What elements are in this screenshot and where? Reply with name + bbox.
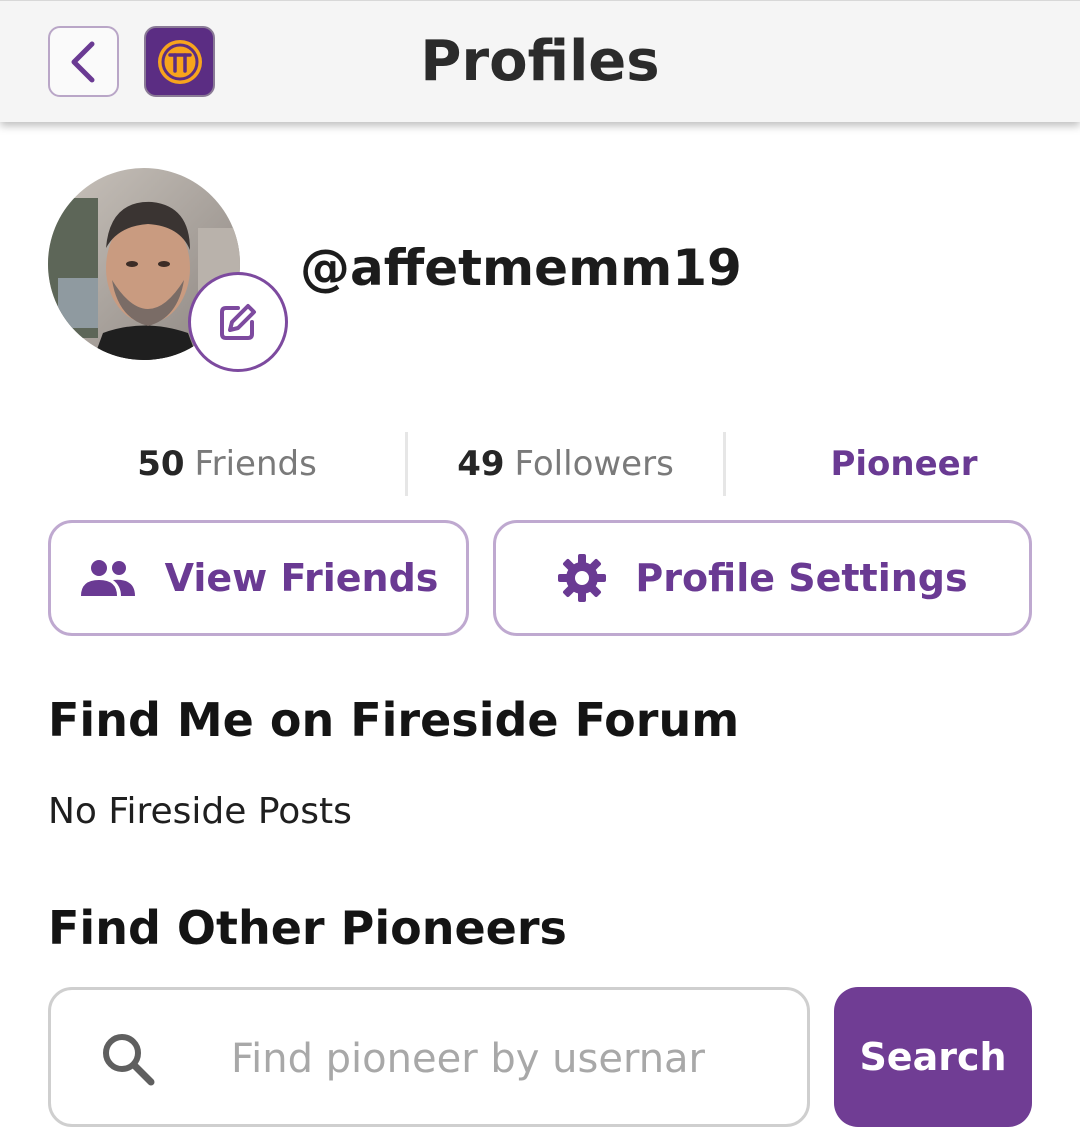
search-field[interactable] — [48, 987, 810, 1127]
find-pioneers-title: Find Other Pioneers — [48, 901, 567, 955]
followers-count: 49 — [457, 444, 505, 484]
profile-stats: 50 Friends 49 Followers Pioneer — [48, 430, 1032, 498]
role-stat: Pioneer — [726, 430, 1080, 498]
fireside-empty-text: No Fireside Posts — [48, 791, 352, 832]
search-icon — [103, 1034, 155, 1086]
edit-icon — [220, 304, 256, 340]
friends-count: 50 — [137, 444, 185, 484]
people-icon — [80, 560, 135, 596]
search-input[interactable] — [231, 1020, 791, 1098]
gear-icon — [558, 554, 607, 602]
view-friends-label: View Friends — [164, 556, 439, 600]
role-badge: Pioneer — [830, 444, 978, 484]
profile-settings-button[interactable]: Profile Settings — [493, 520, 1032, 636]
view-friends-button[interactable]: View Friends — [48, 520, 469, 636]
friends-stat: 50 Friends — [48, 430, 406, 498]
followers-stat: 49 Followers — [408, 430, 723, 498]
search-button[interactable]: Search — [834, 987, 1032, 1127]
page-title: Profiles — [420, 29, 660, 94]
top-app-bar: Profiles — [0, 0, 1080, 122]
friends-label: Friends — [194, 444, 317, 484]
fireside-section-title: Find Me on Fireside Forum — [48, 693, 740, 747]
profile-settings-label: Profile Settings — [635, 556, 968, 600]
followers-label: Followers — [514, 444, 674, 484]
edit-avatar-button[interactable] — [188, 272, 288, 372]
profile-username: @affetmemm19 — [300, 239, 742, 297]
